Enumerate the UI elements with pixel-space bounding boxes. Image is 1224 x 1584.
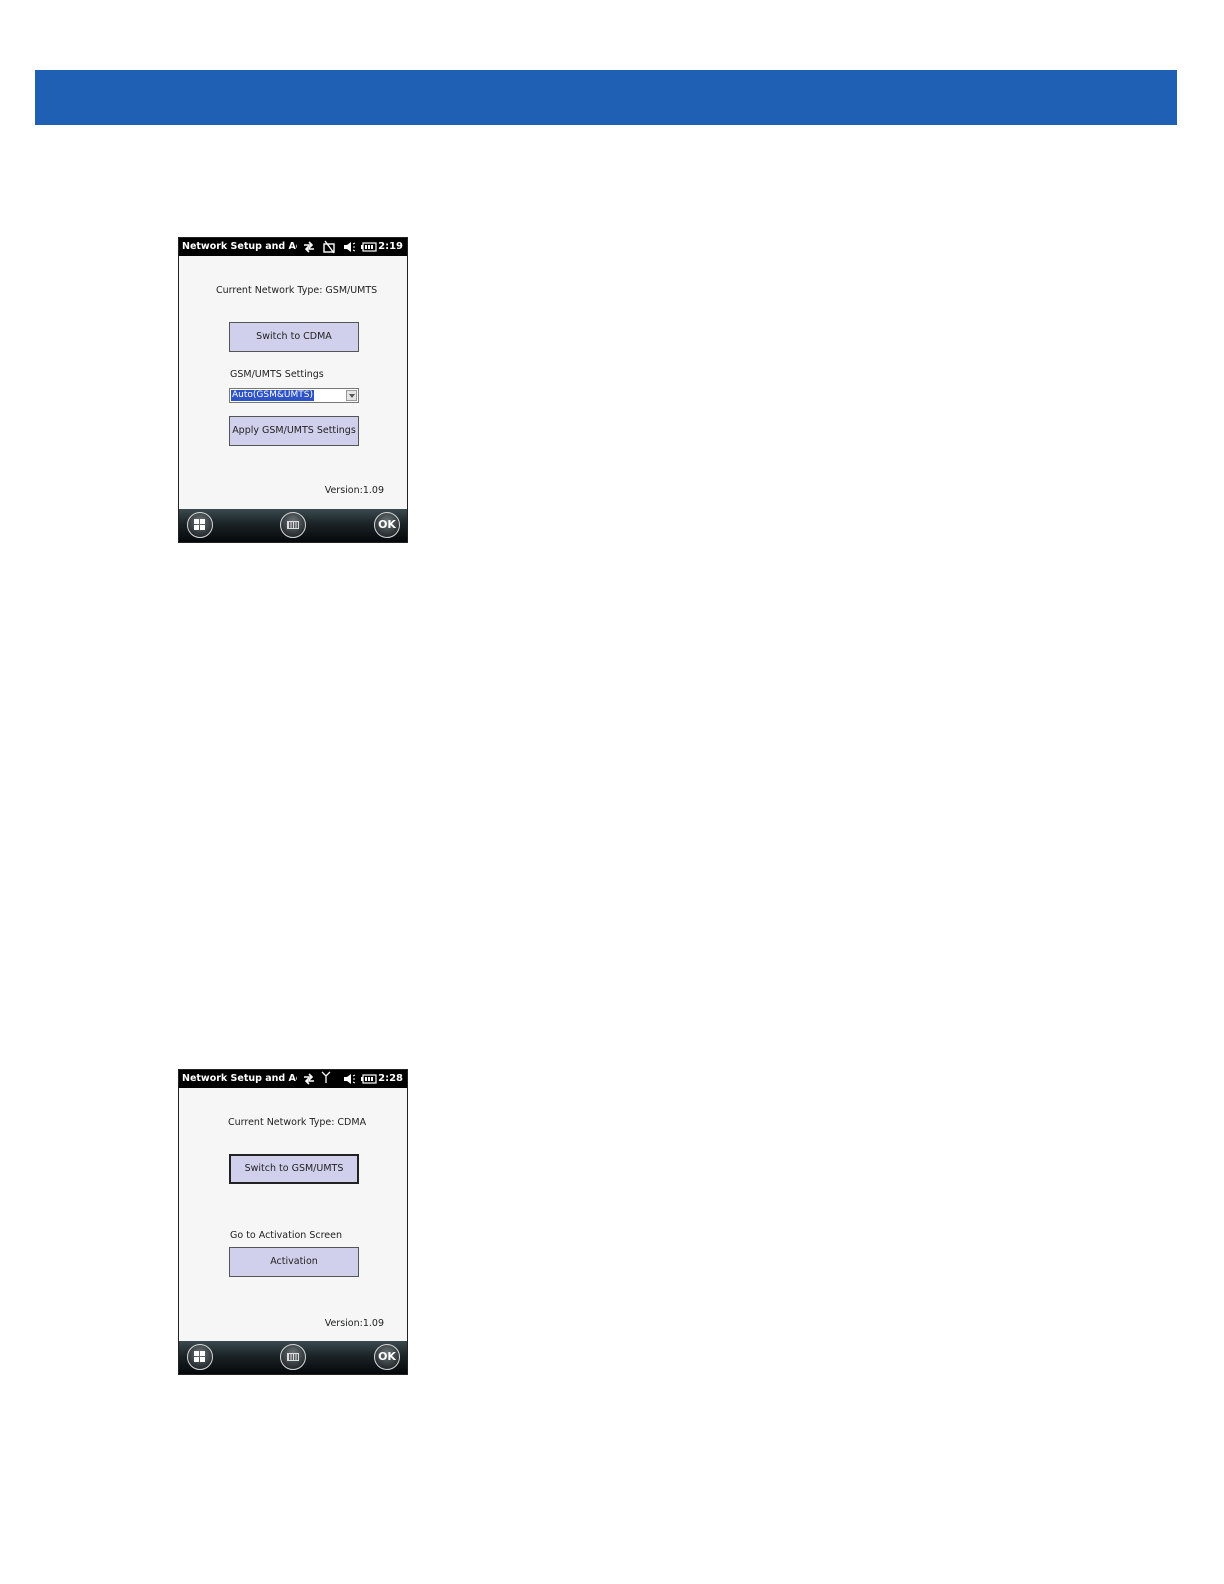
activation-button[interactable]: Activation [229,1247,359,1277]
speaker-icon[interactable] [341,1070,357,1088]
keyboard-icon [287,1353,299,1361]
activation-label: Go to Activation Screen [230,1230,342,1241]
keyboard-button[interactable] [280,512,306,538]
network-type-label: Current Network Type: GSM/UMTS [216,285,378,296]
windows-start-icon [194,1351,206,1363]
network-type-label: Current Network Type: CDMA [228,1117,367,1128]
status-bar: Network Setup and Act 2:19 [179,238,407,256]
clock[interactable]: 2:28 [378,1070,403,1088]
app-title[interactable]: Network Setup and Act [182,238,297,256]
start-button[interactable] [187,1344,213,1370]
device-screen-cdma: Network Setup and Act 2:28 Current Netwo… [178,1069,408,1375]
ok-button[interactable]: OK [374,512,400,538]
taskbar: OK [179,1341,407,1374]
switch-to-gsm-umts-button[interactable]: Switch to GSM/UMTS [229,1154,359,1184]
apply-settings-button[interactable]: Apply GSM/UMTS Settings [229,416,359,446]
windows-start-icon [194,519,206,531]
app-title[interactable]: Network Setup and Act [182,1070,297,1088]
clock[interactable]: 2:19 [378,238,403,256]
data-transfer-icon[interactable] [301,1070,317,1088]
network-mode-select[interactable]: Auto(GSM&UMTS) [229,388,359,403]
battery-icon[interactable] [360,1070,378,1088]
keyboard-icon [287,521,299,529]
switch-to-cdma-button[interactable]: Switch to CDMA [229,322,359,352]
status-bar: Network Setup and Act 2:28 [179,1070,407,1088]
taskbar: OK [179,509,407,542]
page-header-bar [35,70,1177,125]
device-screen-gsm-umts: Network Setup and Act 2:19 Current Netwo… [178,237,408,543]
network-mode-selected-value: Auto(GSM&UMTS) [231,390,314,401]
keyboard-button[interactable] [280,1344,306,1370]
settings-label: GSM/UMTS Settings [230,369,324,380]
version-label: Version:1.09 [324,1318,384,1329]
speaker-icon[interactable] [341,238,357,256]
data-transfer-icon[interactable] [301,238,317,256]
version-label: Version:1.09 [324,485,384,496]
ok-button[interactable]: OK [374,1344,400,1370]
battery-icon[interactable] [360,238,378,256]
chevron-down-icon[interactable] [346,390,357,401]
no-sim-icon[interactable] [321,238,337,256]
start-button[interactable] [187,512,213,538]
signal-antenna-icon[interactable] [319,1070,333,1088]
